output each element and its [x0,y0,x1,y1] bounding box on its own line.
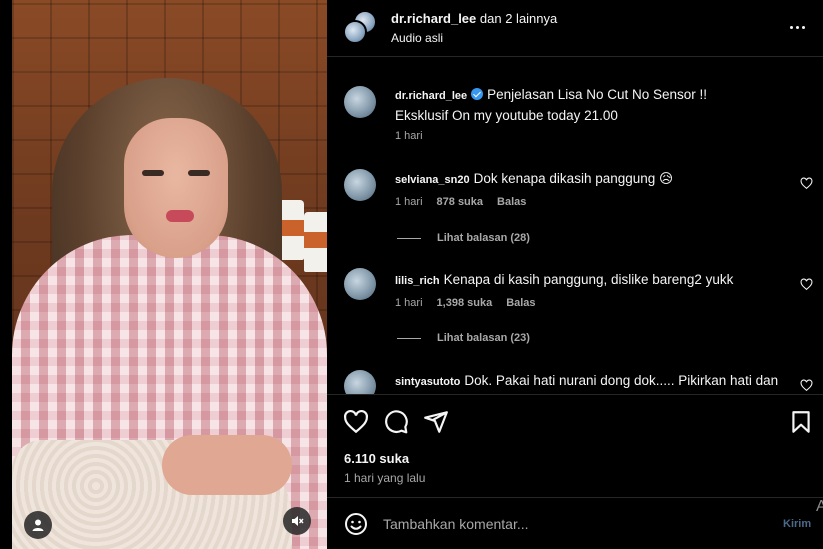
comment-time: 1 hari [395,297,423,309]
reply-button[interactable]: Balas [497,196,526,208]
view-replies-label: Lihat balasan (23) [437,332,530,344]
emoji-icon[interactable] [344,512,368,536]
post-comment-button[interactable]: Kirim [783,518,811,530]
post-side-panel: dr.richard_lee dan 2 lainnya Audio asli … [327,0,823,549]
comments-list[interactable]: dr.richard_lee Penjelasan Lisa No Cut No … [327,58,823,394]
user-icon [32,519,44,531]
heart-icon[interactable] [800,379,813,392]
comment-body: Kenapa di kasih panggung, dislike bareng… [443,272,734,287]
divider [397,337,421,339]
comment-meta: 1 hari 878 suka Balas [395,196,526,208]
post-actions: 6.110 suka 1 hari yang lalu [327,394,823,498]
more-icon [789,25,793,29]
post-header: dr.richard_lee dan 2 lainnya Audio asli [327,0,823,57]
caption-username[interactable]: dr.richard_lee [395,90,467,102]
reply-button[interactable]: Balas [506,297,535,309]
comment-text: lilis_rich Kenapa di kasih panggung, disl… [395,270,795,291]
mute-toggle-button[interactable] [283,507,311,535]
collab-avatars[interactable] [343,10,377,44]
heart-icon[interactable] [800,177,813,190]
header-collab-link[interactable]: dan 2 lainnya [480,11,557,26]
verified-badge-icon [471,88,484,100]
post-video[interactable] [12,0,327,549]
avatar[interactable] [344,268,376,300]
caption-time: 1 hari [395,130,423,142]
avatar[interactable] [344,370,376,394]
view-replies-label: Lihat balasan (28) [437,232,530,244]
comment-text: selviana_sn20 Dok kenapa dikasih panggung… [395,169,795,190]
comment-input[interactable] [383,513,763,535]
view-replies-button[interactable]: Lihat balasan (23) [397,332,530,344]
comment-icon[interactable] [383,409,409,435]
header-username[interactable]: dr.richard_lee [391,11,476,26]
comment-text: sintyasutoto Dok. Pakai hati nurani dong … [395,371,795,392]
instagram-post-modal: dr.richard_lee dan 2 lainnya Audio asli … [0,0,823,549]
comment-meta: 1 hari 1,398 suka Balas [395,297,536,309]
view-replies-button[interactable]: Lihat balasan (28) [397,232,530,244]
divider [397,237,421,239]
comment-username[interactable]: selviana_sn20 [395,174,470,186]
comment-time: 1 hari [395,196,423,208]
bookmark-icon[interactable] [788,409,814,435]
comment-body: Dok. Pakai hati nurani dong dok..... Pik… [464,373,779,388]
comment-username[interactable]: lilis_rich [395,275,440,287]
person-face [124,118,228,258]
heart-icon[interactable] [800,278,813,291]
cup-decoration [304,212,327,272]
tagged-users-button[interactable] [24,511,52,539]
more-options-button[interactable] [785,18,809,36]
comment-username[interactable]: sintyasutoto [395,376,460,388]
edge-text: A [816,498,823,515]
comment-likes[interactable]: 878 suka [437,196,483,208]
likes-count[interactable]: 6.110 suka [344,451,409,466]
caption-line-1: Penjelasan Lisa No Cut No Sensor !! [487,87,708,102]
person-hands [162,435,292,495]
comment-body: Dok kenapa dikasih panggung 😥 [473,171,674,186]
avatar[interactable] [344,86,376,118]
caption-meta: 1 hari [395,130,423,142]
header-authors: dr.richard_lee dan 2 lainnya [391,11,557,26]
muted-speaker-icon [292,516,304,526]
comment-likes[interactable]: 1,398 suka [437,297,493,309]
avatar [343,20,367,44]
caption-line-2: Eksklusif On my youtube today 21.00 [395,108,618,123]
heart-icon[interactable] [343,409,369,435]
send-icon[interactable] [423,409,449,435]
audio-link[interactable]: Audio asli [391,31,443,45]
comment-composer: Kirim [327,499,823,549]
caption-text: dr.richard_lee Penjelasan Lisa No Cut No … [395,85,795,125]
avatar[interactable] [344,169,376,201]
post-time[interactable]: 1 hari yang lalu [344,471,425,485]
